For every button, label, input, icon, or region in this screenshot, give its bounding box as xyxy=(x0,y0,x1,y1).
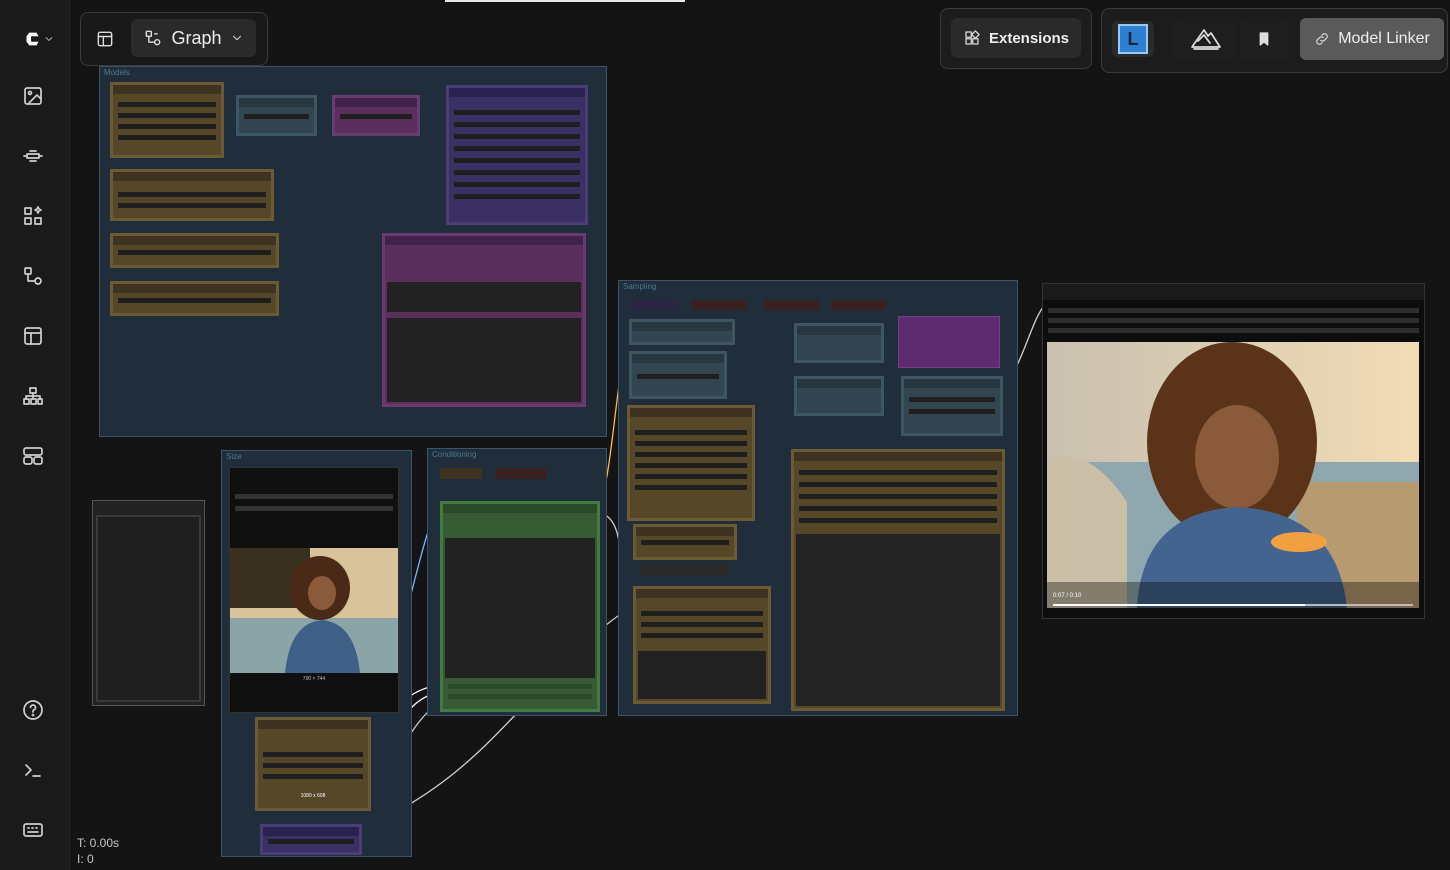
video-preview-node[interactable]: 0:07 / 0:10 xyxy=(1042,283,1425,619)
group-title: Sampling xyxy=(623,282,657,291)
sidebar-item-nodes[interactable] xyxy=(18,201,48,231)
small-node-red[interactable] xyxy=(496,468,546,479)
group-sampling[interactable]: Sampling xyxy=(618,280,1018,716)
models-icon xyxy=(23,150,43,162)
graph-canvas[interactable]: Models Size 790 × 744 1080 x 608 Conditi… xyxy=(70,0,1450,870)
group-title: Conditioning xyxy=(432,450,477,459)
mountain-logo-icon xyxy=(1191,29,1221,50)
node-purple-small[interactable] xyxy=(332,95,420,136)
conditioning-node-green[interactable] xyxy=(440,501,600,712)
keyboard-icon xyxy=(23,823,43,837)
latent-node[interactable] xyxy=(260,824,362,855)
extensions-label: Extensions xyxy=(988,29,1070,47)
lora-stack-node[interactable] xyxy=(446,85,588,225)
iterations-stat: I: 0 xyxy=(77,852,94,866)
graph-mode-dropdown[interactable]: Graph xyxy=(131,19,256,57)
sidebar-item-keyboard[interactable] xyxy=(18,815,48,845)
sampler-node-slate[interactable] xyxy=(629,319,735,345)
preview-image xyxy=(230,548,398,673)
purple-output-node[interactable] xyxy=(898,316,1000,368)
bookmark-icon xyxy=(1259,32,1269,46)
help-icon xyxy=(23,700,43,720)
sidebar-item-images[interactable] xyxy=(18,81,48,111)
checkpoint-loader-node[interactable] xyxy=(110,82,224,158)
model-sampling-node[interactable] xyxy=(794,323,884,363)
panel-icon xyxy=(97,31,113,47)
plugins-toolbar: L Model Linker xyxy=(1101,8,1448,73)
loader-node-4[interactable] xyxy=(110,281,279,316)
images-icon xyxy=(24,87,42,105)
sidebar-item-models[interactable] xyxy=(18,141,48,171)
group-size[interactable]: Size 790 × 744 1080 x 608 xyxy=(221,450,412,857)
workflows-icon xyxy=(24,267,42,285)
sidebar-item-panels[interactable] xyxy=(18,441,48,471)
small-node[interactable] xyxy=(440,468,482,479)
bookmark-button[interactable] xyxy=(1240,18,1288,60)
video-time: 0:07 / 0:10 xyxy=(1053,593,1082,599)
graph-toolbar: Graph xyxy=(80,12,268,66)
node-tree-icon xyxy=(23,387,43,405)
sidebar-item-templates[interactable] xyxy=(18,321,48,351)
model-linker-label: Model Linker xyxy=(1338,30,1430,47)
graph-label: Graph xyxy=(171,27,222,48)
comfy-logo-menu[interactable] xyxy=(16,24,60,54)
l-badge-icon: L xyxy=(1118,24,1148,54)
model-linker-button[interactable]: Model Linker xyxy=(1300,18,1444,60)
sidebar-item-node-tree[interactable] xyxy=(18,381,48,411)
templates-icon xyxy=(24,327,42,345)
decode-node[interactable] xyxy=(633,586,771,704)
group-title: Models xyxy=(104,68,130,77)
scheduler-node-slate[interactable] xyxy=(629,351,727,399)
chevron-down-icon xyxy=(232,35,241,41)
panel-layout-icon xyxy=(23,447,43,465)
sidebar xyxy=(0,0,70,870)
prompt-node-purple[interactable] xyxy=(382,233,586,407)
extensions-icon xyxy=(965,30,980,45)
video-combine-node[interactable] xyxy=(791,449,1005,711)
empty-note-node[interactable] xyxy=(92,500,205,706)
loader-node-2[interactable] xyxy=(110,169,274,221)
preview-caption: 790 × 744 xyxy=(302,676,326,682)
loader-node-3[interactable] xyxy=(110,233,279,268)
guider-node[interactable] xyxy=(901,376,1003,436)
toggle-panel-button[interactable] xyxy=(89,23,121,55)
sampler-small-node[interactable] xyxy=(633,524,737,560)
terminal-icon xyxy=(25,764,41,777)
l-extension-button[interactable]: L xyxy=(1112,21,1154,57)
time-stat: T: 0.00s xyxy=(77,836,120,850)
sidebar-item-workflows[interactable] xyxy=(18,261,48,291)
resolution-node[interactable]: 1080 x 608 xyxy=(255,717,371,811)
resolution-display: 1080 x 608 xyxy=(300,793,326,799)
nodes-icon xyxy=(24,206,42,225)
extensions-toolbar: Extensions xyxy=(940,8,1092,69)
graph-icon xyxy=(146,30,161,46)
sidebar-item-terminal[interactable] xyxy=(18,755,48,785)
cfg-node[interactable] xyxy=(794,376,884,416)
image-preview-node[interactable]: 790 × 744 xyxy=(229,467,399,713)
group-models[interactable]: Models xyxy=(99,66,607,437)
chevron-down-icon xyxy=(45,37,53,41)
sidebar-item-help[interactable] xyxy=(18,695,48,725)
extensions-button[interactable]: Extensions xyxy=(951,18,1081,58)
mountain-extension-button[interactable] xyxy=(1174,18,1238,60)
group-title: Size xyxy=(226,452,242,461)
video-frame xyxy=(1047,342,1419,608)
group-conditioning[interactable]: Conditioning xyxy=(427,448,607,716)
comfy-logo xyxy=(26,32,39,46)
link-icon xyxy=(1316,33,1328,45)
node-slate-small[interactable] xyxy=(236,95,317,136)
ksampler-node[interactable] xyxy=(627,405,755,521)
